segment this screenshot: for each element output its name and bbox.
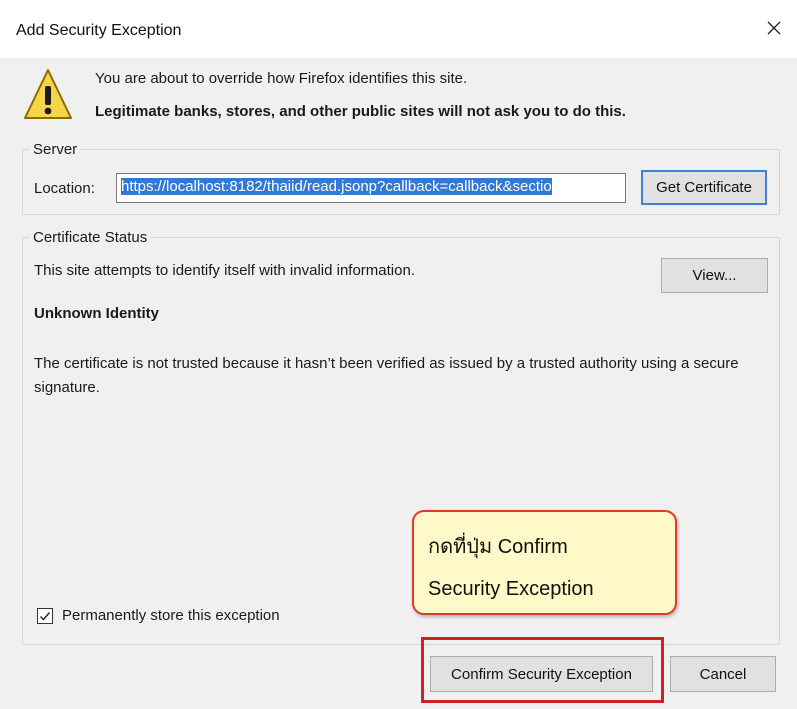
server-legend: Server xyxy=(33,141,78,158)
confirm-label: Confirm Security Exception xyxy=(451,665,632,683)
dialog-titlebar: Add Security Exception xyxy=(0,0,797,58)
checkmark-icon xyxy=(40,611,51,621)
annotation-callout: กดที่ปุ่ม Confirm Security Exception xyxy=(412,510,677,615)
permanent-store-checkbox[interactable] xyxy=(37,607,53,624)
dialog-title: Add Security Exception xyxy=(16,22,182,39)
annotation-line1: กดที่ปุ่ม Confirm xyxy=(428,536,568,558)
view-button[interactable]: View... xyxy=(661,258,768,293)
certificate-description: The certificate is not trusted because i… xyxy=(34,355,739,396)
confirm-security-exception-button[interactable]: Confirm Security Exception xyxy=(430,656,653,692)
warning-emphasis: Legitimate banks, stores, and other publ… xyxy=(95,103,626,120)
permanent-store-row[interactable]: Permanently store this exception xyxy=(37,607,280,624)
status-text: This site attempts to identify itself wi… xyxy=(34,262,415,279)
close-icon xyxy=(767,21,781,35)
cancel-button[interactable]: Cancel xyxy=(670,656,776,692)
view-label: View... xyxy=(692,267,737,284)
cancel-label: Cancel xyxy=(699,665,747,683)
identity-heading: Unknown Identity xyxy=(34,305,159,322)
location-label: Location: xyxy=(34,180,95,197)
get-certificate-label: Get Certificate xyxy=(656,179,752,196)
get-certificate-button[interactable]: Get Certificate xyxy=(641,170,767,205)
close-button[interactable] xyxy=(760,14,788,42)
annotation-line2: Security Exception xyxy=(428,578,594,600)
permanent-store-label: Permanently store this exception xyxy=(62,607,280,624)
warning-icon xyxy=(24,69,72,119)
location-value: https://localhost:8182/thaiid/read.jsonp… xyxy=(121,178,552,195)
certificate-status-legend: Certificate Status xyxy=(33,229,148,246)
warning-message: You are about to override how Firefox id… xyxy=(95,70,468,87)
location-input[interactable]: https://localhost:8182/thaiid/read.jsonp… xyxy=(116,173,626,203)
